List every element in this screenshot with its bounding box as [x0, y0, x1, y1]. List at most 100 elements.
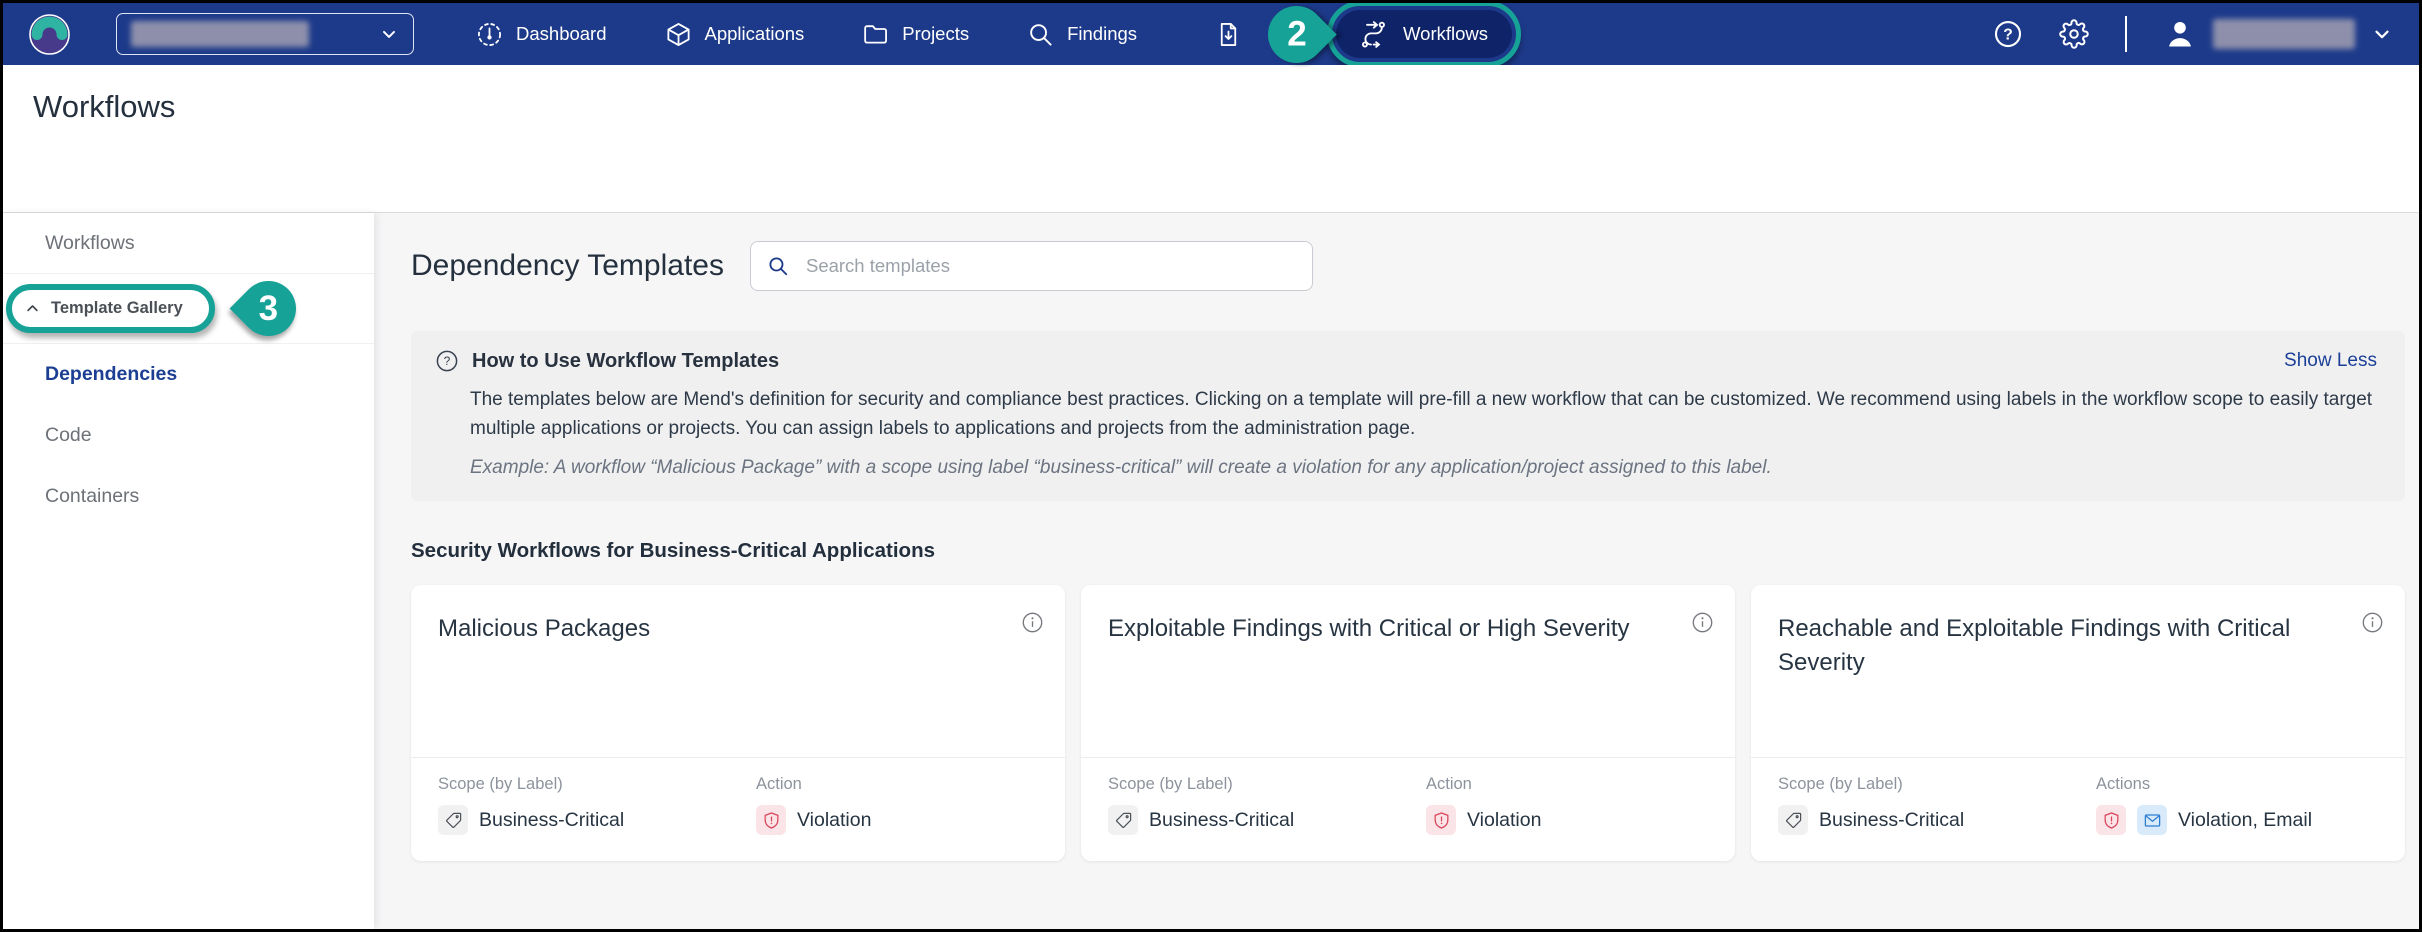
scope-value: Business-Critical	[479, 809, 624, 832]
help-box-title: How to Use Workflow Templates	[472, 350, 779, 373]
help-box: ? How to Use Workflow Templates Show Les…	[411, 331, 2405, 501]
help-button[interactable]: ?	[1993, 19, 2023, 49]
user-avatar-icon	[2163, 17, 2197, 51]
gear-icon	[2059, 19, 2089, 49]
card-scope: Scope (by Label) Business-Critical	[1108, 775, 1426, 835]
sidebar-group-template-gallery-row: Template Gallery 3	[3, 274, 374, 344]
svg-text:?: ?	[444, 354, 451, 368]
action-label: Action	[756, 775, 1038, 794]
navbar-divider	[2125, 16, 2128, 52]
info-circle-icon[interactable]	[1021, 611, 1044, 634]
nav-label: Findings	[1067, 23, 1137, 45]
sidebar-item-label: Dependencies	[45, 363, 177, 386]
top-navbar: Dashboard Applications Projects Find	[3, 3, 2419, 65]
nav-label: Projects	[902, 23, 969, 45]
template-card-reachable-exploitable-findings[interactable]: Reachable and Exploitable Findings with …	[1751, 585, 2405, 861]
action-value: Violation, Email	[2178, 809, 2312, 832]
nav-label: Dashboard	[516, 23, 607, 45]
organization-selector[interactable]	[116, 13, 414, 55]
nav-item-applications[interactable]: Applications	[665, 21, 805, 48]
card-title: Exploitable Findings with Critical or Hi…	[1108, 612, 1673, 646]
section-title: Security Workflows for Business-Critical…	[411, 539, 2405, 563]
annotation-step-2-number: 2	[1287, 14, 1306, 54]
mend-logo[interactable]	[29, 14, 70, 55]
primary-nav: Dashboard Applications Projects Find	[476, 21, 1137, 48]
annotation-step-3-number: 3	[259, 289, 278, 329]
action-label: Action	[1426, 775, 1708, 794]
sidebar-item-workflows[interactable]: Workflows	[3, 213, 374, 274]
tag-icon	[1108, 805, 1138, 835]
question-circle-icon: ?	[435, 349, 459, 373]
scope-label: Scope (by Label)	[1108, 775, 1426, 794]
projects-folder-icon	[862, 21, 889, 48]
applications-cube-icon	[665, 21, 692, 48]
sidebar-item-containers[interactable]: Containers	[3, 466, 374, 527]
tag-icon	[1778, 805, 1808, 835]
annotation-highlight-template-gallery[interactable]: Template Gallery	[6, 284, 215, 333]
scope-label: Scope (by Label)	[1778, 775, 2096, 794]
annotation-step-3: 3	[229, 270, 307, 348]
info-circle-icon[interactable]	[1691, 611, 1714, 634]
content-area: Workflows Template Gallery 3 Dependencie…	[3, 213, 2419, 929]
search-input[interactable]	[804, 254, 1296, 278]
main-panel: Dependency Templates ? How to Use Workfl…	[374, 213, 2419, 929]
violation-shield-icon	[1426, 805, 1456, 835]
settings-button[interactable]	[2059, 19, 2089, 49]
nav-label: Workflows	[1403, 23, 1488, 45]
show-less-link[interactable]: Show Less	[2284, 350, 2377, 372]
card-title: Reachable and Exploitable Findings with …	[1778, 612, 2343, 680]
card-scope: Scope (by Label) Business-Critical	[438, 775, 756, 835]
report-download-icon	[1215, 21, 1242, 48]
help-box-body: The templates below are Mend's definitio…	[470, 386, 2377, 443]
annotation-step-2: 2	[1256, 0, 1337, 74]
navbar-right: ?	[1993, 16, 2394, 52]
violation-shield-icon	[2096, 805, 2126, 835]
sidebar-item-dependencies[interactable]: Dependencies	[3, 344, 374, 405]
nav-item-projects[interactable]: Projects	[862, 21, 969, 48]
svg-text:?: ?	[2003, 26, 2013, 43]
nav-item-dashboard[interactable]: Dashboard	[476, 21, 607, 48]
template-card-exploitable-findings[interactable]: Exploitable Findings with Critical or Hi…	[1081, 585, 1735, 861]
nav-label: Applications	[705, 23, 805, 45]
reports-button[interactable]	[1215, 21, 1242, 48]
app-window: Dashboard Applications Projects Find	[0, 0, 2422, 932]
annotation-highlight-workflows: Workflows	[1327, 1, 1521, 67]
findings-search-icon	[1027, 21, 1054, 48]
page-header: Workflows	[3, 65, 2419, 213]
help-circle-icon: ?	[1993, 19, 2023, 49]
email-envelope-icon	[2137, 805, 2167, 835]
page-title: Workflows	[33, 89, 2389, 125]
sidebar: Workflows Template Gallery 3 Dependencie…	[3, 213, 374, 929]
user-menu[interactable]	[2163, 17, 2393, 51]
dashboard-gauge-icon	[476, 21, 503, 48]
action-label: Actions	[2096, 775, 2378, 794]
card-title: Malicious Packages	[438, 612, 1003, 646]
card-action: Action Violation	[756, 775, 1038, 835]
action-value: Violation	[1467, 809, 1541, 832]
card-action: Actions Violation, Email	[2096, 775, 2378, 835]
card-action: Action Violation	[1426, 775, 1708, 835]
main-heading: Dependency Templates	[411, 249, 724, 283]
tag-icon	[438, 805, 468, 835]
sidebar-item-label: Containers	[45, 485, 139, 508]
template-cards: Malicious Packages Scope (by Label)	[411, 585, 2405, 861]
template-search	[750, 241, 1313, 291]
chevron-down-icon	[379, 24, 399, 44]
info-circle-icon[interactable]	[2361, 611, 2384, 634]
template-card-malicious-packages[interactable]: Malicious Packages Scope (by Label)	[411, 585, 1065, 861]
scope-value: Business-Critical	[1149, 809, 1294, 832]
sidebar-item-code[interactable]: Code	[3, 405, 374, 466]
chevron-down-icon	[2371, 23, 2393, 45]
nav-item-workflows-active[interactable]: Workflows	[1336, 10, 1512, 58]
org-name-redacted	[131, 21, 309, 47]
scope-value: Business-Critical	[1819, 809, 1964, 832]
user-name-redacted	[2213, 19, 2355, 49]
workflows-route-icon	[1360, 20, 1388, 48]
nav-item-findings[interactable]: Findings	[1027, 21, 1137, 48]
sidebar-item-label: Code	[45, 424, 92, 447]
scope-label: Scope (by Label)	[438, 775, 756, 794]
help-box-example: Example: A workflow “Malicious Package” …	[470, 457, 2377, 479]
sidebar-group-label: Template Gallery	[51, 299, 183, 318]
violation-shield-icon	[756, 805, 786, 835]
search-icon	[767, 255, 789, 277]
